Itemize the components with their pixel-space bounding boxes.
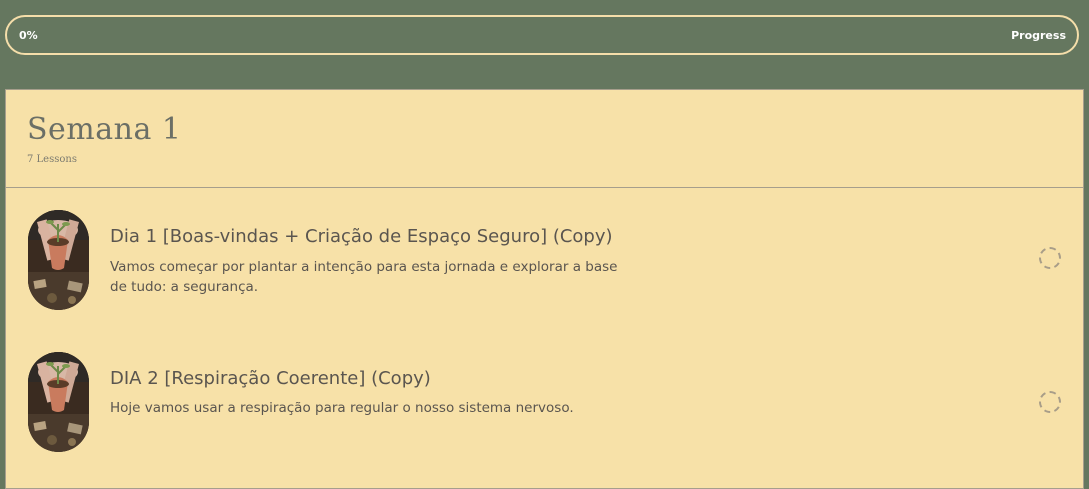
progress-label: Progress (1011, 28, 1066, 42)
lesson-description: Vamos começar por plantar a intenção par… (110, 259, 618, 295)
lesson-item[interactable]: DIA 2 [Respiração Coerente] (Copy) Hoje … (6, 330, 1083, 472)
course-section-panel: Semana 1 7 Lessons Dia 1 [Boas-vindas + … (5, 89, 1084, 489)
lesson-title[interactable]: Dia 1 [Boas-vindas + Criação de Espaço S… (110, 226, 613, 247)
section-title: Semana 1 (27, 112, 182, 147)
incomplete-status-icon[interactable] (1039, 247, 1061, 269)
lesson-title[interactable]: DIA 2 [Respiração Coerente] (Copy) (110, 368, 431, 389)
section-header[interactable]: Semana 1 7 Lessons (6, 90, 1083, 188)
section-lesson-count: 7 Lessons (27, 154, 77, 165)
lesson-thumbnail (28, 352, 89, 452)
lesson-thumbnail (28, 210, 89, 310)
incomplete-status-icon[interactable] (1039, 391, 1061, 413)
progress-percent: 0% (19, 28, 38, 42)
progress-bar: 0% Progress (5, 15, 1079, 55)
lesson-description: Hoje vamos usar a respiração para regula… (110, 400, 574, 416)
lesson-item[interactable]: Dia 1 [Boas-vindas + Criação de Espaço S… (6, 188, 1083, 330)
